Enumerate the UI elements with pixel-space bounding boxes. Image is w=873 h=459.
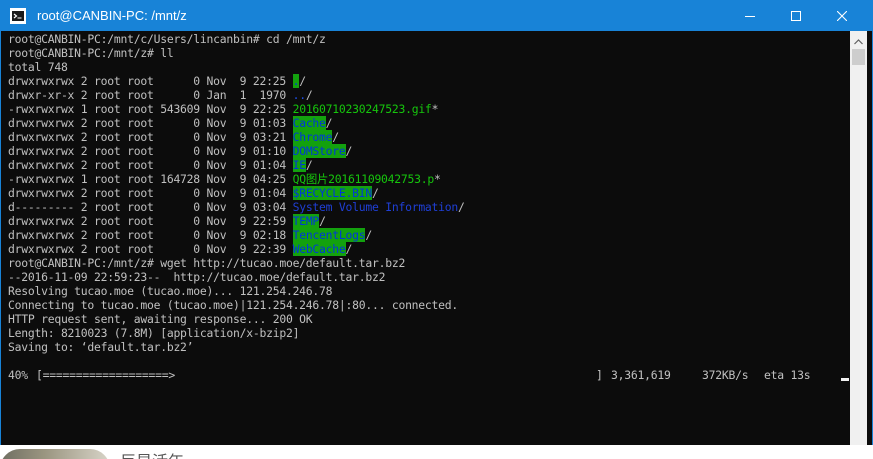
maximize-icon: [791, 11, 801, 21]
file-name: TencentLogs: [292, 228, 366, 242]
progress-speed: 372KB/s: [702, 368, 749, 382]
progress-bar: [===================>: [36, 368, 175, 382]
listing-row: drwxrwxrwx 2 root root 0 Nov 9 01:04 $RE…: [8, 186, 850, 200]
file-suffix: /: [305, 88, 313, 102]
file-suffix: /: [305, 158, 313, 172]
terminal-output[interactable]: root@CANBIN-PC:/mnt/c/Users/lincanbin# c…: [1, 31, 850, 458]
file-suffix: /: [299, 74, 306, 88]
terminal-icon[interactable]: [10, 8, 26, 24]
file-name: Cache: [292, 116, 326, 130]
chevron-up-icon: [854, 30, 863, 49]
listing-meta: drwxrwxrwx 2 root root 0 Nov 9 01:10: [8, 144, 293, 158]
vertical-scrollbar[interactable]: [850, 31, 867, 458]
text-cursor: [841, 378, 849, 381]
listing-meta: drwxrwxrwx 2 root root 0 Nov 9 22:25: [8, 74, 293, 88]
file-suffix: /: [345, 144, 353, 158]
download-progress-line: 40% [===================>] 3,361,619 372KB/…: [8, 368, 850, 382]
listing-row: drwxr-xr-x 2 root root 0 Jan 1 1970 ../: [8, 88, 850, 102]
terminal-line: Resolving tucao.moe (tucao.moe)... 121.2…: [8, 284, 333, 298]
file-name: WebCache: [292, 242, 346, 256]
file-suffix: /: [325, 116, 333, 130]
file-suffix: *: [431, 102, 439, 116]
listing-meta: drwxrwxrwx 2 root root 0 Nov 9 01:04: [8, 186, 293, 200]
file-suffix: /: [319, 214, 326, 228]
listing-meta: -rwxrwxrwx 1 root root 164728 Nov 9 04:2…: [8, 172, 293, 186]
file-suffix: *: [434, 172, 441, 186]
listing-row: drwxrwxrwx 2 root root 0 Nov 9 02:18 Ten…: [8, 228, 850, 242]
file-name: $RECYCLE.BIN: [292, 186, 372, 200]
listing-row: drwxrwxrwx 2 root root 0 Nov 9 22:25 ./: [8, 74, 850, 88]
listing-meta: drwxrwxrwx 2 root root 0 Nov 9 22:59: [8, 214, 293, 228]
listing-meta: d--------- 2 root root 0 Nov 9 03:04: [8, 200, 293, 214]
terminal-line: --2016-11-09 22:59:23-- http://tucao.moe…: [8, 270, 386, 284]
background-desktop-strip: 巨星活年: [0, 445, 873, 459]
file-name: System Volume Information: [292, 200, 459, 214]
listing-meta: -rwxrwxrwx 1 root root 543609 Nov 9 22:2…: [8, 102, 293, 116]
background-text: 巨星活年: [120, 448, 184, 459]
maximize-button[interactable]: [773, 1, 819, 31]
close-button[interactable]: [819, 1, 865, 31]
file-name: QQ图片20161109042753.p: [292, 172, 435, 186]
listing-row: drwxrwxrwx 2 root root 0 Nov 9 22:59 TEM…: [8, 214, 850, 228]
file-name: ..: [292, 88, 306, 102]
listing-meta: drwxr-xr-x 2 root root 0 Jan 1 1970: [8, 88, 293, 102]
background-avatar: [0, 449, 110, 459]
file-name: 20160710230247523.gif: [292, 102, 432, 116]
file-suffix: /: [345, 242, 353, 256]
file-suffix: /: [365, 228, 372, 242]
listing-meta: drwxrwxrwx 2 root root 0 Nov 9 01:04: [8, 158, 293, 172]
progress-bytes: 3,361,619: [611, 368, 671, 382]
terminal-line: Saving to: ‘default.tar.bz2’: [8, 340, 194, 354]
listing-meta: drwxrwxrwx 2 root root 0 Nov 9 01:03: [8, 116, 293, 130]
minimize-button[interactable]: [727, 1, 773, 31]
file-name: DOMStore: [292, 144, 346, 158]
terminal-line: root@CANBIN-PC:/mnt/c/Users/lincanbin# c…: [8, 32, 326, 46]
window-title: root@CANBIN-PC: /mnt/z: [37, 8, 187, 23]
listing-row: drwxrwxrwx 2 root root 0 Nov 9 01:10 DOM…: [8, 144, 850, 158]
file-suffix: /: [332, 130, 339, 144]
file-name: TEMP: [292, 214, 320, 228]
listing-row: drwxrwxrwx 2 root root 0 Nov 9 03:21 Chr…: [8, 130, 850, 144]
listing-row: -rwxrwxrwx 1 root root 543609 Nov 9 22:2…: [8, 102, 850, 116]
listing-meta: drwxrwxrwx 2 root root 0 Nov 9 22:39: [8, 242, 293, 256]
listing-meta: drwxrwxrwx 2 root root 0 Nov 9 02:18: [8, 228, 293, 242]
listing-row: -rwxrwxrwx 1 root root 164728 Nov 9 04:2…: [8, 172, 850, 186]
listing-row: drwxrwxrwx 2 root root 0 Nov 9 22:39 Web…: [8, 242, 850, 256]
terminal-line: HTTP request sent, awaiting response... …: [8, 312, 313, 326]
terminal-line: Length: 8210023 (7.8M) [application/x-bz…: [8, 326, 300, 340]
listing-row: drwxrwxrwx 2 root root 0 Nov 9 01:04 IE/: [8, 158, 850, 172]
listing-row: d--------- 2 root root 0 Nov 9 03:04 Sys…: [8, 200, 850, 214]
listing-row: drwxrwxrwx 2 root root 0 Nov 9 01:03 Cac…: [8, 116, 850, 130]
file-suffix: /: [458, 200, 465, 214]
progress-bar-end: ]: [596, 368, 603, 382]
file-name: Chrome: [292, 130, 333, 144]
minimize-icon: [745, 11, 755, 21]
progress-percent: 40%: [8, 368, 28, 382]
listing-meta: drwxrwxrwx 2 root root 0 Nov 9 03:21: [8, 130, 293, 144]
terminal-line: total 748: [8, 60, 68, 74]
terminal-line: root@CANBIN-PC:/mnt/z# ll: [8, 46, 174, 60]
scroll-up-button[interactable]: [850, 31, 867, 48]
file-name: IE: [292, 158, 306, 172]
title-bar[interactable]: root@CANBIN-PC: /mnt/z: [1, 1, 872, 31]
file-suffix: /: [372, 186, 379, 200]
terminal-window: root@CANBIN-PC: /mnt/z root@CANBIN-PC:/m…: [0, 0, 873, 459]
close-icon: [837, 11, 847, 21]
terminal-line: root@CANBIN-PC:/mnt/z# wget http://tucao…: [8, 256, 406, 270]
terminal-line: Connecting to tucao.moe (tucao.moe)|121.…: [8, 298, 459, 312]
scroll-thumb[interactable]: [852, 49, 865, 65]
progress-eta: eta 13s: [764, 368, 811, 382]
